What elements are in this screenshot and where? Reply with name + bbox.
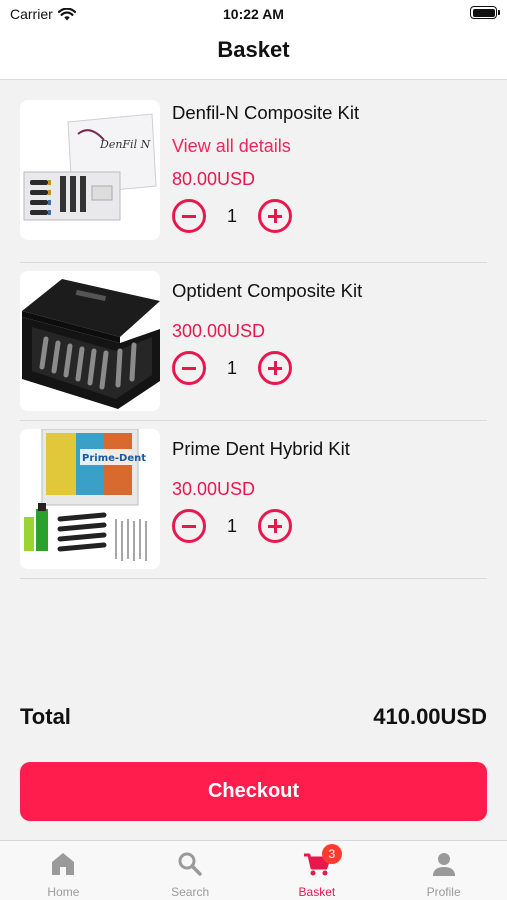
product-price: 300.00USD (172, 321, 266, 341)
minus-icon (182, 524, 196, 528)
minus-icon (182, 366, 196, 370)
home-icon (48, 849, 78, 879)
increase-quantity-button[interactable] (258, 351, 292, 385)
minus-icon (182, 214, 196, 218)
basket-item: DenFil N Denfil-N Composite Kit View all… (20, 80, 487, 263)
product-box-logo: DenFil N (99, 138, 151, 151)
tab-label: Basket (298, 885, 336, 899)
total-value: 410.00USD (373, 704, 487, 729)
product-price: 80.00USD (172, 169, 256, 189)
product-image[interactable]: DenFil N (20, 100, 160, 240)
tab-basket[interactable]: 3 Basket (254, 841, 381, 900)
tab-label: Search (171, 885, 210, 899)
view-details-link[interactable]: View all details (172, 134, 487, 158)
item-info: Prime Dent Hybrid Kit 30.00USD 1 (172, 437, 487, 543)
tab-bar: Home Search 3 Basket Profile (0, 840, 507, 900)
decrease-quantity-button[interactable] (172, 199, 206, 233)
product-box-logo: Prime-Dent (82, 453, 146, 464)
quantity-value: 1 (226, 515, 237, 536)
battery-icon (470, 6, 500, 19)
increase-quantity-button[interactable] (258, 509, 292, 543)
product-price: 30.00USD (172, 479, 256, 499)
tab-label: Home (47, 885, 80, 899)
navigation-bar: Basket (0, 28, 507, 80)
quantity-stepper: 1 (172, 199, 487, 233)
tab-search[interactable]: Search (127, 841, 254, 900)
product-name: Denfil-N Composite Kit (172, 102, 360, 123)
item-info: Optident Composite Kit 300.00USD 1 (172, 279, 487, 385)
cart-icon: 3 (302, 844, 342, 879)
product-image[interactable] (20, 271, 160, 411)
status-bar: Carrier 10:22 AM (0, 0, 507, 28)
tab-label: Profile (426, 885, 461, 899)
checkout-button[interactable]: Checkout (20, 762, 487, 821)
order-total: Total 410.00USD (20, 704, 487, 730)
quantity-stepper: 1 (172, 509, 487, 543)
total-label: Total (20, 704, 71, 729)
quantity-value: 1 (226, 205, 237, 226)
user-icon (429, 849, 459, 879)
tab-profile[interactable]: Profile (380, 841, 507, 900)
decrease-quantity-button[interactable] (172, 351, 206, 385)
tab-home[interactable]: Home (0, 841, 127, 900)
cart-count-badge: 3 (321, 844, 342, 864)
status-time: 10:22 AM (223, 6, 284, 22)
decrease-quantity-button[interactable] (172, 509, 206, 543)
basket-item-list: DenFil N Denfil-N Composite Kit View all… (20, 80, 487, 579)
quantity-value: 1 (226, 357, 237, 378)
product-image[interactable]: Prime-Dent (20, 429, 160, 569)
search-icon (175, 849, 205, 879)
product-name: Prime Dent Hybrid Kit (172, 438, 350, 459)
increase-quantity-button[interactable] (258, 199, 292, 233)
product-name: Optident Composite Kit (172, 280, 363, 301)
item-info: Denfil-N Composite Kit View all details … (172, 101, 487, 233)
page-title: Basket (217, 37, 290, 62)
basket-item: Prime-Dent Prime Dent Hybrid Kit 30.00US… (20, 421, 487, 579)
basket-item: Optident Composite Kit 300.00USD 1 (20, 263, 487, 421)
quantity-stepper: 1 (172, 351, 487, 385)
